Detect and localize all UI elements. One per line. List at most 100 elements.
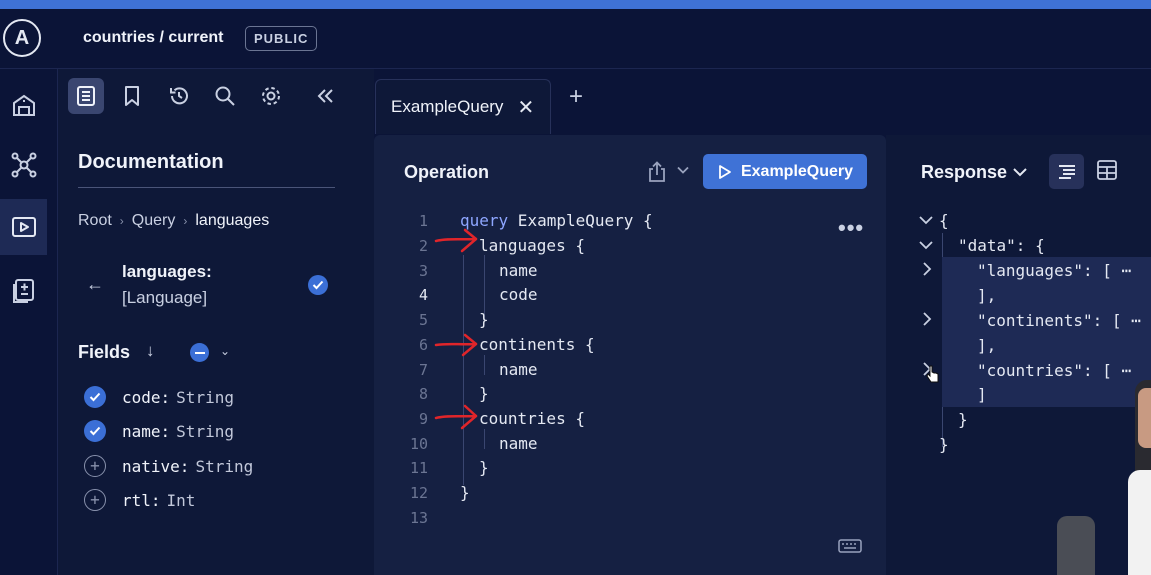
field-row-type[interactable]: String — [195, 457, 253, 476]
collapse-panel-button[interactable] — [308, 78, 344, 114]
search-icon — [215, 86, 235, 106]
annotation-arrow-icon — [434, 404, 478, 430]
search-button[interactable] — [207, 78, 243, 114]
chevron-down-icon[interactable]: ⌄ — [220, 344, 230, 358]
mouse-cursor-icon — [926, 365, 940, 388]
field-row-name-field[interactable]: name: String — [84, 419, 234, 443]
expand-chevron-down-icon[interactable] — [919, 212, 933, 228]
expand-chevron-down-icon[interactable] — [919, 237, 933, 253]
indent-guide — [484, 429, 485, 449]
presenter-face — [1138, 388, 1151, 448]
more-options-icon[interactable]: ••• — [838, 215, 864, 241]
field-row-rtl[interactable]: + rtl: Int — [84, 488, 195, 512]
breadcrumb: Root › Query › languages — [78, 212, 269, 230]
table-view-icon — [1097, 160, 1117, 180]
checks-nav-button[interactable] — [0, 262, 47, 318]
field-selected-check-icon[interactable] — [308, 275, 328, 295]
chevron-down-icon[interactable] — [677, 163, 689, 177]
documentation-tab-button[interactable] — [68, 78, 104, 114]
history-button[interactable] — [161, 78, 197, 114]
add-field-icon[interactable]: + — [84, 455, 106, 477]
top-bar: A countries / current PUBLIC — [0, 9, 1151, 69]
code-line[interactable]: } — [479, 458, 489, 477]
field-row-type[interactable]: Int — [167, 491, 196, 510]
collapse-icon — [317, 89, 333, 103]
share-icon[interactable] — [647, 161, 667, 188]
fields-heading: Fields — [78, 342, 131, 362]
graph-title[interactable]: countries / current — [83, 29, 223, 47]
run-query-label: ExampleQuery — [740, 162, 854, 180]
chevron-down-icon[interactable] — [1012, 164, 1028, 182]
deselect-all-icon[interactable] — [190, 343, 209, 362]
add-field-icon[interactable]: + — [84, 489, 106, 511]
code-line[interactable]: countries { — [479, 409, 585, 428]
response-line: { — [939, 211, 949, 230]
keyboard-shortcuts-icon[interactable] — [838, 539, 862, 558]
field-row-native[interactable]: + native: String — [84, 454, 253, 478]
code-line[interactable]: languages { — [479, 236, 585, 255]
response-line: } — [958, 410, 968, 429]
annotation-arrow-icon — [434, 333, 478, 357]
code-line[interactable]: name — [499, 261, 538, 280]
line-number: 6 — [418, 336, 428, 354]
bookmark-button[interactable] — [114, 78, 150, 114]
code-line[interactable]: name — [499, 360, 538, 379]
code-line[interactable]: name — [499, 434, 538, 453]
breadcrumb-separator-icon: › — [119, 214, 124, 228]
field-type[interactable]: [Language] — [122, 287, 207, 309]
field-row-name: native: — [122, 456, 190, 476]
tab-example-query[interactable]: ExampleQuery ✕ — [375, 79, 551, 134]
documentation-panel: Documentation Root › Query › languages ←… — [58, 69, 374, 575]
explorer-nav-button[interactable] — [0, 199, 47, 255]
indent-guide — [463, 255, 464, 485]
left-navigation — [0, 69, 58, 575]
operation-title: Operation — [404, 162, 490, 182]
field-row-type[interactable]: String — [176, 422, 234, 441]
code-line[interactable]: continents { — [479, 335, 595, 354]
field-row-code[interactable]: code: String — [84, 385, 234, 409]
breadcrumb-separator-icon: › — [183, 214, 188, 228]
settings-icon — [262, 87, 280, 105]
run-query-button[interactable]: ExampleQuery — [703, 154, 867, 189]
response-title[interactable]: Response — [921, 162, 1007, 183]
json-view-button[interactable] — [1049, 154, 1084, 189]
graph-nav-button[interactable] — [0, 137, 47, 193]
schema-icon — [12, 94, 35, 116]
divider — [78, 187, 335, 188]
breadcrumb-query[interactable]: Query — [132, 212, 176, 230]
line-number: 1 — [418, 212, 428, 230]
back-arrow-icon[interactable]: ← — [86, 274, 104, 295]
code-line[interactable]: } — [479, 384, 489, 403]
history-icon — [170, 87, 188, 105]
checked-icon[interactable] — [84, 386, 106, 408]
response-panel: Response { "data": { "languages": [ ⋯ ],… — [886, 135, 1151, 575]
add-tab-icon[interactable]: + — [569, 83, 583, 111]
checked-icon[interactable] — [84, 420, 106, 442]
table-view-button[interactable] — [1096, 159, 1118, 186]
code-line[interactable]: } — [460, 483, 470, 502]
response-line: "countries": [ ⋯ — [977, 361, 1132, 380]
operation-tab-bar: ExampleQuery ✕ + — [374, 69, 1151, 134]
tab-label: ExampleQuery — [391, 97, 504, 116]
sort-arrow-icon[interactable]: ↓ — [146, 341, 155, 361]
close-icon[interactable]: ✕ — [517, 95, 534, 120]
line-number: 12 — [409, 484, 428, 502]
code-line[interactable]: } — [479, 310, 489, 329]
breadcrumb-current: languages — [195, 212, 270, 229]
response-line: ], — [977, 286, 997, 305]
line-number: 13 — [409, 509, 428, 527]
breadcrumb-root[interactable]: Root — [78, 212, 112, 230]
window-top-strip — [0, 0, 1151, 9]
schema-nav-button[interactable] — [0, 77, 47, 133]
collapse-chevron-right-icon[interactable] — [922, 312, 932, 329]
list-view-icon — [1058, 164, 1075, 179]
code-line[interactable]: code — [499, 285, 538, 304]
apollo-logo[interactable]: A — [3, 19, 41, 57]
graph-nodes-icon — [11, 152, 36, 178]
settings-button[interactable] — [253, 78, 289, 114]
presenter-shirt — [1128, 470, 1151, 575]
code-line[interactable]: query ExampleQuery { — [460, 211, 653, 230]
collapse-chevron-right-icon[interactable] — [922, 262, 932, 279]
field-row-type[interactable]: String — [176, 388, 234, 407]
explorer-play-icon — [11, 217, 36, 237]
